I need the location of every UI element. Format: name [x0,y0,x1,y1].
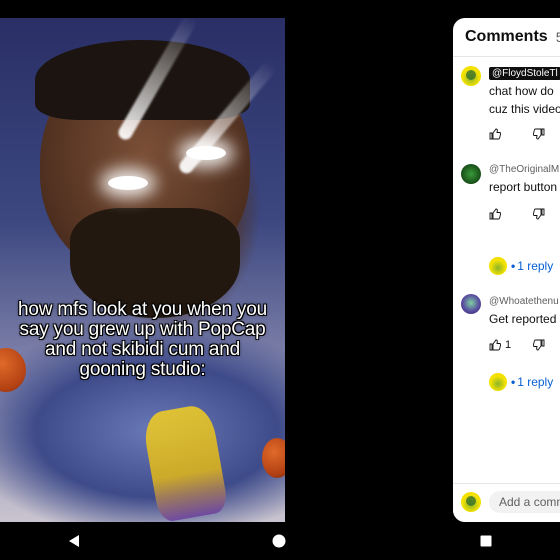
basketball-right [262,438,285,478]
comment-handle[interactable]: @TheOriginalM [489,164,559,175]
comment-actions [489,128,545,140]
like-button[interactable]: 1 [489,339,511,351]
comment-item: @FloydStoleTl chat how do cuz this video [453,60,560,160]
comment-actions: 1 [489,339,545,351]
reply-dot-icon: • [511,375,516,389]
reply-dot-icon: • [511,259,516,273]
commenter-avatar[interactable] [461,294,481,314]
video-caption: how mfs look at you when you say you gre… [18,299,267,380]
add-comment-input[interactable]: Add a comm [489,491,560,513]
current-user-avatar [461,492,481,512]
thumbs-down-icon [533,208,545,220]
thumbs-up-icon [489,208,501,220]
comment-handle[interactable]: @Whoatethenu [489,296,559,307]
comment-item: @Whoatethenu Get reported 1 • 1 reply [453,280,560,400]
like-button[interactable] [489,208,501,220]
recents-square-icon[interactable] [478,533,494,549]
commenter-avatar[interactable] [461,66,481,86]
comment-composer: Add a comm [453,483,560,522]
system-nav-bar [0,522,560,560]
comment-text-line: Get reported [489,312,557,326]
thumbs-up-icon [489,128,501,140]
glowing-eye-right [186,146,226,160]
dislike-button[interactable] [533,339,545,351]
video-player-figure [140,402,230,522]
comment-text-line: cuz this video [489,102,560,116]
comment-item: @TheOriginalM report button • 1 reply [453,160,560,280]
comments-count: 5 [555,29,560,45]
thumbs-down-icon [533,128,545,140]
home-circle-icon[interactable] [271,533,287,549]
comments-panel: Comments 5 @FloydStoleTl chat how do cuz… [453,18,560,522]
comment-actions [489,208,545,220]
view-replies-button[interactable]: • 1 reply [489,257,553,275]
view-replies-button[interactable]: • 1 reply [489,373,553,391]
reply-author-avatar [489,373,507,391]
dislike-button[interactable] [533,128,545,140]
reply-count-label: 1 reply [517,259,554,273]
like-button[interactable] [489,128,501,140]
like-count: 1 [505,339,512,351]
reply-count-label: 1 reply [517,375,554,389]
thumbs-up-icon [489,339,501,351]
comment-text-line: report button [489,180,558,194]
glowing-eye-left [108,176,148,190]
comments-title: Comments [465,28,548,45]
reply-author-avatar [489,257,507,275]
comment-text-line: chat how do [489,84,554,98]
back-triangle-icon[interactable] [66,533,82,549]
dislike-button[interactable] [533,208,545,220]
video-player[interactable]: how mfs look at you when you say you gre… [0,18,285,522]
thumbs-down-icon [533,339,545,351]
comments-header: Comments 5 [453,18,560,57]
comment-handle[interactable]: @FloydStoleTl [489,67,560,80]
commenter-avatar[interactable] [461,164,481,184]
